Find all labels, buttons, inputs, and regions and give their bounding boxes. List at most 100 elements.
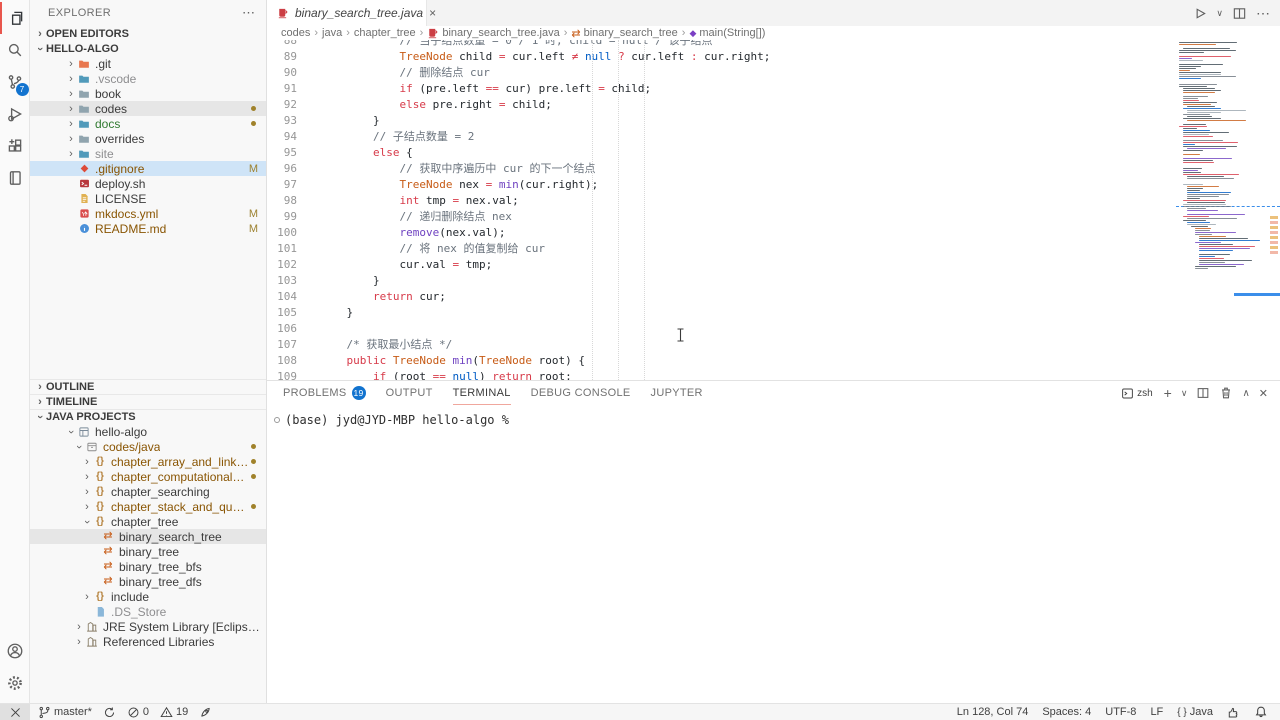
minimap-line: [1183, 92, 1215, 93]
explorer-tree-item[interactable]: LICENSE: [30, 191, 266, 206]
activitybar-explorer[interactable]: [0, 2, 30, 34]
status-encoding[interactable]: UTF-8: [1105, 704, 1136, 720]
close-tab-icon[interactable]: ×: [429, 6, 436, 20]
more-actions-button[interactable]: ⋯: [1256, 5, 1270, 22]
breadcrumb-separator: ›: [682, 27, 686, 39]
status-notifications[interactable]: [1254, 704, 1268, 720]
section-java-projects[interactable]: ›JAVA PROJECTS: [30, 409, 266, 424]
java-projects-item[interactable]: ›Referenced Libraries: [30, 634, 266, 649]
panel-tab-debug-console[interactable]: DEBUG CONSOLE: [531, 381, 631, 405]
status-rocket[interactable]: [199, 704, 212, 720]
workspace-root-header[interactable]: › HELLO-ALGO: [30, 41, 266, 56]
package-root-icon: [85, 441, 99, 453]
breadcrumb-item[interactable]: ⇄binary_search_tree: [571, 27, 677, 40]
explorer-tree-item[interactable]: ›.git: [30, 56, 266, 71]
explorer-tree-item[interactable]: README.mdM: [30, 221, 266, 236]
panel-tab-problems[interactable]: PROBLEMS19: [283, 381, 366, 405]
explorer-tree-item[interactable]: ›docs: [30, 116, 266, 131]
kill-terminal-button[interactable]: [1219, 386, 1233, 400]
java-projects-item[interactable]: ›{}chapter_tree: [30, 514, 266, 529]
panel-tab-label: OUTPUT: [386, 387, 433, 399]
terminal-shell-icon: [1121, 387, 1134, 400]
java-projects-item[interactable]: ›{}include: [30, 589, 266, 604]
panel-tab-label: TERMINAL: [453, 387, 511, 399]
run-button[interactable]: [1192, 6, 1207, 21]
code-editor[interactable]: 88 // 当子结点数量 = 0 / 1 时, child = null / 该…: [267, 40, 1280, 380]
explorer-tree-item[interactable]: ›codes: [30, 101, 266, 116]
java-projects-item[interactable]: ›{}chapter_searching: [30, 484, 266, 499]
activitybar-run-debug[interactable]: [0, 98, 30, 130]
explorer-tree-item[interactable]: ›book: [30, 86, 266, 101]
status-language-mode[interactable]: { }Java: [1177, 704, 1213, 720]
status-warnings[interactable]: 19: [160, 704, 188, 720]
status-remote[interactable]: [0, 704, 30, 720]
code-line-109: 109 if (root == null) return root;: [267, 369, 1280, 380]
java-projects-item[interactable]: ›{}chapter_stack_and_queue: [30, 499, 266, 514]
command-decoration-icon[interactable]: [274, 417, 280, 423]
terminal[interactable]: (base) jyd@JYD-MBP hello-algo %: [267, 405, 1280, 703]
java-projects-item[interactable]: ›hello-algo: [30, 424, 266, 439]
java-projects-item[interactable]: ⇄binary_tree_bfs: [30, 559, 266, 574]
activitybar-account[interactable]: [0, 635, 30, 667]
section-timeline[interactable]: ›TIMELINE: [30, 394, 266, 409]
line-number: 91: [267, 81, 303, 97]
java-projects-item[interactable]: ›JRE System Library [Eclipse Temurin 17 …: [30, 619, 266, 634]
breadcrumb-item[interactable]: ◆main(String[]): [689, 27, 765, 39]
explorer-tree-item[interactable]: deploy.sh: [30, 176, 266, 191]
open-editors-header[interactable]: › OPEN EDITORS: [30, 26, 266, 41]
java-projects-item[interactable]: ›codes/java: [30, 439, 266, 454]
java-projects-item[interactable]: .DS_Store: [30, 604, 266, 619]
breadcrumb-item[interactable]: binary_search_tree.java: [427, 27, 559, 39]
activitybar-notebook[interactable]: [0, 162, 30, 194]
java-projects-item[interactable]: ›{}chapter_array_and_linkedlist: [30, 454, 266, 469]
panel-tab-jupyter[interactable]: JUPYTER: [651, 381, 703, 405]
status-eol[interactable]: LF: [1150, 704, 1163, 720]
panel-tab-terminal[interactable]: TERMINAL: [453, 381, 511, 405]
java-projects-item[interactable]: ›{}chapter_computational_complexity: [30, 469, 266, 484]
folder-icon: [77, 133, 91, 145]
java-projects-item[interactable]: ⇄binary_tree: [30, 544, 266, 559]
run-dropdown-chevron[interactable]: ∨: [1216, 8, 1223, 19]
explorer-tree-item[interactable]: ›site: [30, 146, 266, 161]
status-branch[interactable]: master*: [38, 704, 92, 720]
terminal-dropdown-chevron[interactable]: ∨: [1181, 388, 1188, 399]
status-errors[interactable]: 0: [127, 704, 149, 720]
new-terminal-button[interactable]: +: [1164, 385, 1172, 401]
line-number: 89: [267, 49, 303, 65]
panel-tab-output[interactable]: OUTPUT: [386, 381, 433, 405]
status-java-status[interactable]: [1227, 704, 1240, 720]
explorer-tree-item[interactable]: .gitignoreM: [30, 161, 266, 176]
activitybar-settings[interactable]: [0, 667, 30, 699]
modified-dot-badge: [251, 121, 256, 126]
activitybar-search[interactable]: [0, 34, 30, 66]
folder-icon: [77, 58, 91, 70]
explorer-tree-item[interactable]: ›.vscode: [30, 71, 266, 86]
section-outline[interactable]: ›OUTLINE: [30, 379, 266, 394]
activitybar-extensions[interactable]: [0, 130, 30, 162]
status-indentation[interactable]: Spaces: 4: [1042, 704, 1091, 720]
breadcrumb-item[interactable]: java: [322, 27, 342, 39]
status-cursor-position[interactable]: Ln 128, Col 74: [957, 704, 1029, 720]
yaml-icon: [77, 208, 91, 219]
status-label: Spaces: 4: [1042, 706, 1091, 718]
split-terminal-button[interactable]: [1196, 386, 1210, 400]
java-projects-item[interactable]: ⇄binary_search_tree: [30, 529, 266, 544]
chevron-right-icon: ›: [65, 103, 77, 115]
breadcrumb-item[interactable]: chapter_tree: [354, 27, 416, 39]
explorer-tree-item[interactable]: ›overrides: [30, 131, 266, 146]
explorer-tree-item[interactable]: mkdocs.ymlM: [30, 206, 266, 221]
minimap[interactable]: [1176, 40, 1280, 380]
tab-binary-search-tree[interactable]: binary_search_tree.java ×: [267, 0, 427, 26]
status-sync[interactable]: [103, 704, 116, 720]
activitybar-source-control[interactable]: 7: [0, 66, 30, 98]
split-editor-button[interactable]: [1232, 6, 1247, 21]
item-label: book: [95, 87, 121, 101]
breadcrumb-item[interactable]: codes: [281, 27, 310, 39]
code-line-106: 106: [267, 321, 1280, 337]
java-projects-item[interactable]: ⇄binary_tree_dfs: [30, 574, 266, 589]
more-actions-icon[interactable]: ⋯: [242, 5, 256, 21]
maximize-panel-button[interactable]: ∧: [1242, 388, 1249, 399]
code-line-96: 96 // 获取中序遍历中 cur 的下一个结点: [267, 161, 1280, 177]
close-panel-button[interactable]: ✕: [1259, 387, 1268, 400]
active-terminal-entry[interactable]: zsh: [1121, 387, 1153, 400]
